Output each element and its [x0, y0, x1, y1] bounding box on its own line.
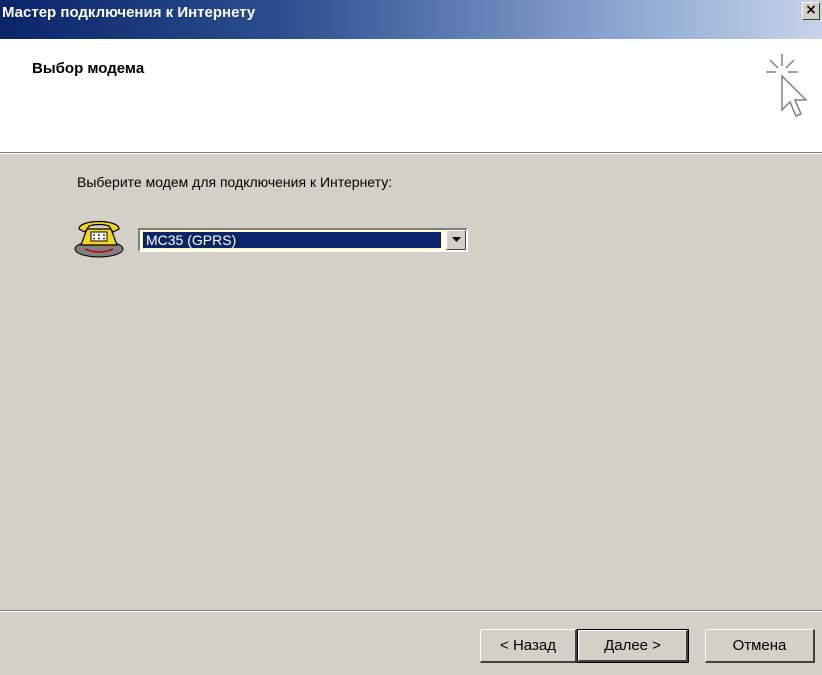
wizard-header: Выбор модема [0, 40, 822, 152]
wizard-cursor-icon [766, 54, 808, 117]
page-title: Выбор модема [32, 60, 145, 77]
header-separator [0, 152, 822, 154]
telephone-icon [74, 220, 124, 258]
modem-prompt-label: Выберите модем для подключения к Интерне… [77, 174, 393, 190]
title-bar[interactable]: Мастер подключения к Интернету × [0, 0, 822, 40]
modem-select[interactable]: MC35 (GPRS) [138, 228, 468, 252]
window-title: Мастер подключения к Интернету [2, 4, 256, 21]
footer-separator [0, 610, 822, 612]
dropdown-button[interactable] [446, 230, 466, 250]
cancel-button[interactable]: Отмена [705, 629, 815, 663]
chevron-down-icon [452, 237, 461, 242]
next-button-label: Далее > [578, 630, 688, 662]
next-button[interactable]: Далее > [577, 629, 689, 663]
back-button[interactable]: < Назад [480, 629, 577, 663]
modem-select-value[interactable]: MC35 (GPRS) [142, 231, 442, 249]
wizard-window: Мастер подключения к Интернету × Выбор м… [0, 0, 822, 675]
close-button[interactable]: × [802, 2, 820, 20]
